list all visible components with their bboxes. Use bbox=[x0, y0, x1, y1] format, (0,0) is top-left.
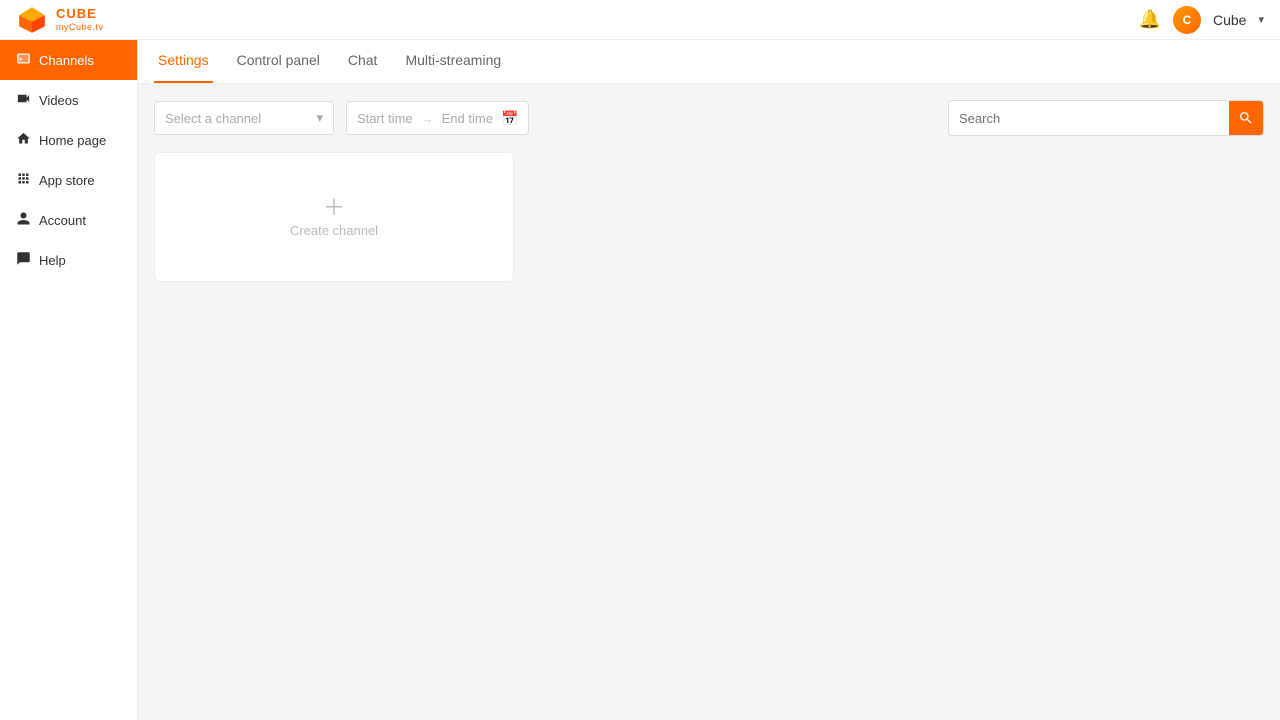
tab-multi-streaming[interactable]: Multi-streaming bbox=[401, 40, 505, 83]
create-channel-label: Create channel bbox=[290, 223, 378, 238]
sidebar-label-channels: Channels bbox=[39, 53, 94, 68]
end-time-label: End time bbox=[442, 111, 493, 126]
avatar: C bbox=[1173, 6, 1201, 34]
notification-icon[interactable]: 🔔 bbox=[1139, 9, 1161, 30]
header-right: 🔔 C Cube ▾ bbox=[1139, 6, 1264, 34]
help-icon bbox=[16, 251, 31, 270]
logo: CUBE myCube.tv bbox=[16, 4, 104, 36]
user-name: Cube bbox=[1213, 12, 1246, 28]
channel-select-placeholder: Select a channel bbox=[165, 111, 261, 126]
videos-icon bbox=[16, 91, 31, 110]
sidebar-item-channels[interactable]: Channels bbox=[0, 40, 137, 80]
date-separator: → bbox=[421, 111, 434, 126]
content-area: Select a channel ▾ Start time → End time… bbox=[138, 84, 1280, 720]
search-bar bbox=[948, 100, 1264, 136]
sidebar: Channels Videos Home page App store Acco… bbox=[0, 40, 138, 720]
create-channel-card[interactable]: ＋ Create channel bbox=[154, 152, 514, 282]
calendar-icon: 📅 bbox=[501, 110, 518, 127]
tabs-bar: Settings Control panel Chat Multi-stream… bbox=[138, 40, 1280, 84]
plus-icon: ＋ bbox=[323, 197, 345, 219]
logo-text-block: CUBE myCube.tv bbox=[56, 7, 104, 31]
tab-settings[interactable]: Settings bbox=[154, 40, 213, 83]
logo-title: CUBE bbox=[56, 7, 104, 21]
sidebar-label-help: Help bbox=[39, 253, 66, 268]
tab-chat[interactable]: Chat bbox=[344, 40, 382, 83]
home-icon bbox=[16, 131, 31, 150]
toolbar: Select a channel ▾ Start time → End time… bbox=[154, 100, 1264, 136]
search-button[interactable] bbox=[1229, 101, 1263, 135]
search-icon bbox=[1238, 110, 1254, 126]
layout: Channels Videos Home page App store Acco… bbox=[0, 40, 1280, 720]
sidebar-label-homepage: Home page bbox=[39, 133, 106, 148]
header: CUBE myCube.tv 🔔 C Cube ▾ bbox=[0, 0, 1280, 40]
sidebar-item-homepage[interactable]: Home page bbox=[0, 120, 137, 160]
sidebar-label-account: Account bbox=[39, 213, 86, 228]
date-range-picker[interactable]: Start time → End time 📅 bbox=[346, 101, 529, 135]
channels-icon bbox=[16, 51, 31, 70]
chevron-down-icon[interactable]: ▾ bbox=[1258, 13, 1264, 26]
main: Settings Control panel Chat Multi-stream… bbox=[138, 40, 1280, 720]
sidebar-label-videos: Videos bbox=[39, 93, 79, 108]
sidebar-item-account[interactable]: Account bbox=[0, 200, 137, 240]
account-icon bbox=[16, 211, 31, 230]
sidebar-item-appstore[interactable]: App store bbox=[0, 160, 137, 200]
logo-icon bbox=[16, 4, 48, 36]
start-time-label: Start time bbox=[357, 111, 413, 126]
appstore-icon bbox=[16, 171, 31, 190]
sidebar-label-appstore: App store bbox=[39, 173, 95, 188]
sidebar-item-help[interactable]: Help bbox=[0, 240, 137, 280]
sidebar-item-videos[interactable]: Videos bbox=[0, 80, 137, 120]
search-input[interactable] bbox=[949, 101, 1229, 135]
tab-control-panel[interactable]: Control panel bbox=[233, 40, 324, 83]
logo-subtitle: myCube.tv bbox=[56, 22, 104, 32]
chevron-down-icon: ▾ bbox=[316, 110, 323, 126]
channel-select[interactable]: Select a channel ▾ bbox=[154, 101, 334, 135]
